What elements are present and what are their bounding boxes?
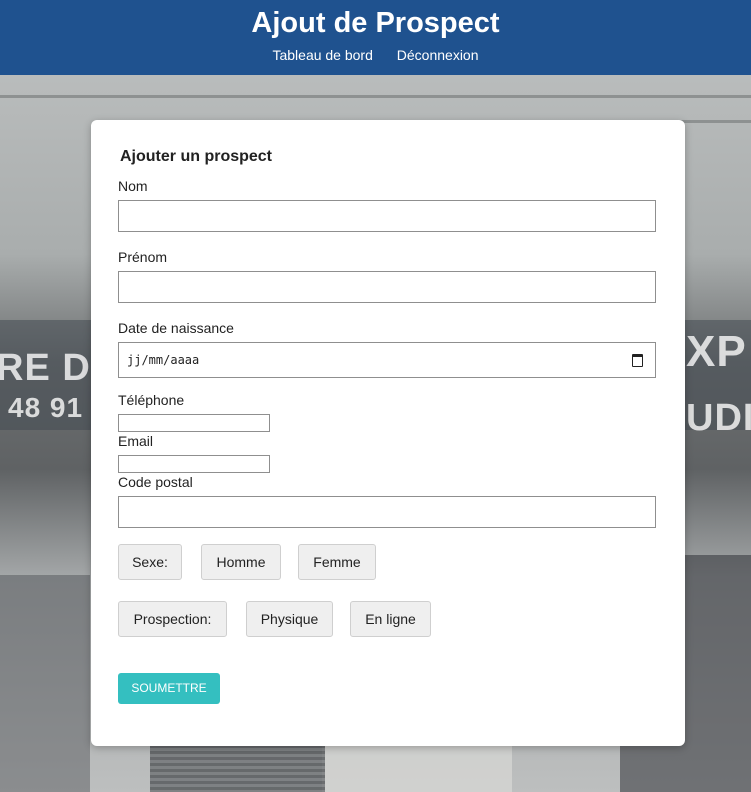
code-postal-input[interactable] [118,496,656,528]
storefront-sign-right: XP [686,327,747,376]
email-label: Email [118,433,154,449]
code-postal-label: Code postal [118,474,193,490]
date-naissance-input[interactable]: jj/mm/aaaa [118,342,656,378]
calendar-icon[interactable] [632,354,643,367]
page-title: Ajout de Prospect [251,7,500,39]
email-input[interactable] [118,455,270,473]
sexe-label-button[interactable]: Sexe: [118,544,182,580]
nom-label: Nom [118,178,148,194]
telephone-label: Téléphone [118,392,185,408]
nom-input[interactable] [118,200,656,232]
date-placeholder: jj/mm/aaaa [127,353,200,367]
prospection-en-ligne-button[interactable]: En ligne [350,601,431,637]
date-naissance-label: Date de naissance [118,320,234,336]
submit-button[interactable]: SOUMETTRE [118,673,220,704]
prospect-form-card: Ajouter un prospect Nom Prénom Date de n… [91,120,685,746]
nav-link-dashboard[interactable]: Tableau de bord [272,47,372,63]
prenom-label: Prénom [118,249,168,265]
prenom-input[interactable] [118,271,656,303]
storefront-sign-right-2: UDI [686,397,751,439]
sexe-homme-button[interactable]: Homme [201,544,281,580]
sexe-femme-button[interactable]: Femme [298,544,376,580]
form-heading: Ajouter un prospect [120,148,273,165]
header-nav: Tableau de bord Déconnexion [0,47,751,63]
prospection-label-button[interactable]: Prospection: [118,601,227,637]
nav-link-logout[interactable]: Déconnexion [397,47,479,63]
app-header: Ajout de Prospect Tableau de bord Déconn… [0,0,751,75]
telephone-input[interactable] [118,414,270,432]
prospection-physique-button[interactable]: Physique [246,601,333,637]
